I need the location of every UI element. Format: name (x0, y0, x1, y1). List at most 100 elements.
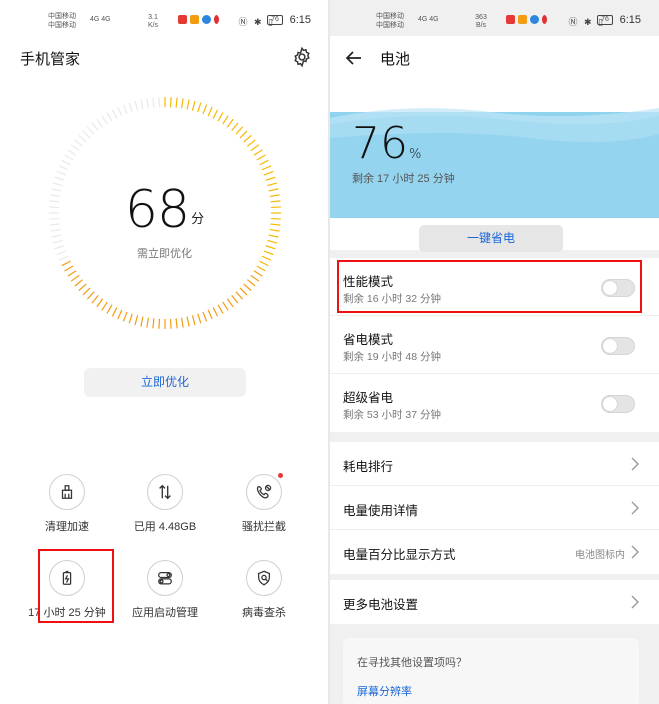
app-notification-icon (190, 15, 199, 24)
ring-tick (101, 301, 108, 311)
ring-tick (253, 149, 263, 156)
ring-tick (56, 170, 67, 176)
ring-tick (246, 279, 256, 287)
ring-tick (259, 159, 269, 166)
ring-tick (169, 318, 172, 329)
ring-tick (96, 298, 104, 308)
optimize-now-button[interactable]: 立即优化 (84, 368, 246, 397)
ring-tick (140, 99, 144, 110)
ring-tick (256, 265, 266, 272)
ring-tick (261, 165, 272, 171)
ring-tick (267, 239, 278, 244)
mode-row-ultra-saving[interactable]: 超级省电 剩余 53 小时 37 分钟 (330, 374, 659, 432)
suggestion-question: 在寻找其他设置项吗？ (357, 657, 467, 669)
battery-indicator: 76 (597, 15, 613, 25)
score-subtitle: 需立即优化 (137, 248, 192, 260)
battery-indicator: 76 (267, 15, 283, 25)
ring-tick (158, 318, 161, 329)
tool-harassment-block[interactable]: 骚扰拦截 (209, 473, 319, 534)
mode-row-power-saving[interactable]: 省电模式 剩余 19 小时 48 分钟 (330, 316, 659, 374)
ring-tick (91, 122, 99, 132)
ring-tick (128, 313, 133, 324)
ring-tick (239, 287, 248, 296)
battery-screen: 中国移动 中国移动 4G 4G 363 B/s Ⓝ ✱ ▯ 76 6:15 电池 7… (330, 0, 659, 704)
location-icon (542, 15, 547, 24)
ring-tick (235, 126, 244, 135)
nav-power-ranking[interactable]: 耗电排行 (330, 442, 659, 486)
tool-label: 已用 4.48GB (133, 521, 197, 533)
ring-tick (231, 122, 239, 132)
ring-tick (74, 139, 84, 147)
nav-percentage-display[interactable]: 电量百分比显示方式 电池图标内 (330, 530, 659, 574)
ring-tick (134, 315, 139, 326)
tool-cleanup[interactable]: 清理加速 (12, 474, 122, 534)
ring-tick (250, 144, 260, 152)
network-indicator: 4G 4G (90, 16, 111, 23)
ring-tick (140, 316, 144, 327)
tool-app-launch[interactable]: 应用启动管理 (110, 560, 220, 620)
shield-search-icon (257, 570, 271, 586)
highlight-box (337, 260, 642, 313)
status-bar: 中国移动 中国移动 4G 4G 363 B/s Ⓝ ✱ ▯ 76 6:15 (376, 10, 641, 34)
ring-tick (64, 265, 74, 272)
carrier-label: 中国移动 中国移动 (48, 13, 76, 29)
ring-tick (117, 106, 123, 117)
ring-tick (78, 283, 87, 292)
battery-info-card: 耗电排行 电量使用详情 电量百分比显示方式 电池图标内 (330, 442, 659, 574)
clock: 6:15 (289, 14, 311, 26)
ring-tick (111, 307, 118, 317)
app-notification-icon (178, 15, 187, 24)
ring-tick (191, 315, 196, 326)
ring-tick (70, 144, 80, 152)
network-speed: 3.1 K/s (147, 14, 159, 29)
carrier-label: 中国移动 中国移动 (376, 13, 404, 29)
ring-tick (217, 112, 224, 122)
suggestion-link[interactable]: 屏幕分辨率 (357, 683, 412, 699)
call-block-icon (256, 484, 272, 499)
ring-tick (82, 130, 91, 139)
ring-tick (111, 109, 118, 119)
score-value: 68 (124, 180, 190, 240)
ring-tick (207, 309, 213, 320)
one-tap-save-button[interactable]: 一键省电 (419, 225, 563, 252)
battery-level-card: 76% 剩余 17 小时 25 分钟 (330, 98, 659, 218)
ring-tick (263, 170, 274, 176)
nav-usage-details[interactable]: 电量使用详情 (330, 486, 659, 530)
ring-tick (58, 165, 69, 171)
ring-tick (70, 274, 80, 282)
power-saving-toggle[interactable] (601, 337, 635, 355)
ring-tick (96, 118, 104, 128)
ring-tick (146, 98, 150, 109)
ring-tick (222, 301, 229, 311)
ring-tick (86, 126, 95, 135)
ring-tick (243, 134, 252, 143)
ring-tick (197, 313, 202, 324)
tool-virus-scan[interactable]: 病毒查杀 (209, 560, 319, 620)
ring-tick (186, 99, 190, 110)
ring-tick (191, 100, 196, 111)
gear-icon[interactable] (291, 46, 313, 68)
ultra-saving-toggle[interactable] (601, 395, 635, 413)
more-settings-card: 更多电池设置 (330, 580, 659, 624)
ring-tick (243, 283, 252, 292)
page-title: 手机管家 (20, 51, 81, 68)
chevron-right-icon (631, 501, 639, 515)
tool-label: 清理加速 (45, 521, 89, 533)
back-arrow-icon[interactable] (344, 48, 364, 68)
ring-tick (101, 115, 108, 125)
ring-tick (197, 102, 202, 113)
ring-tick (235, 291, 244, 300)
ring-tick (222, 115, 229, 125)
ring-tick (67, 270, 77, 277)
ring-tick (52, 239, 63, 244)
page-title: 电池 (380, 51, 411, 68)
ring-tick (202, 104, 208, 115)
ring-tick (202, 311, 208, 322)
ring-tick (122, 104, 128, 115)
ring-tick (117, 309, 123, 320)
ring-tick (175, 318, 178, 329)
ring-tick (158, 97, 161, 108)
ring-tick (175, 97, 178, 108)
tool-data-usage[interactable]: 已用 4.48GB (110, 474, 220, 534)
nav-more-battery-settings[interactable]: 更多电池设置 (330, 580, 659, 624)
